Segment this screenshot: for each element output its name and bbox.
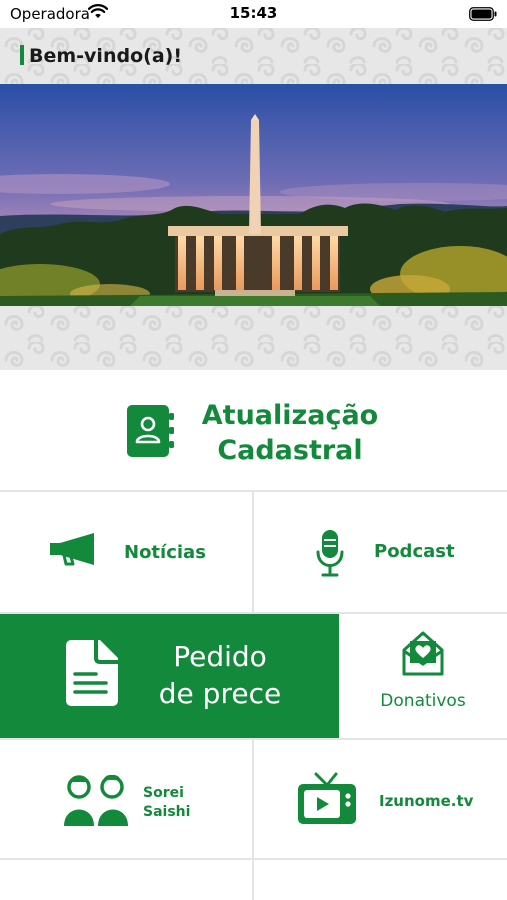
page-title: Bem-vindo(a)!: [29, 45, 182, 67]
izunome-tv-label: Izunome.tv: [379, 792, 474, 810]
hero-image: [0, 84, 507, 306]
izunome-tv-tile[interactable]: Izunome.tv: [254, 740, 507, 860]
update-registration-tile[interactable]: Atualização Cadastral: [0, 370, 507, 492]
prayer-request-line2: de prece: [158, 677, 282, 710]
clock: 15:43: [229, 4, 278, 22]
sorei-line2: Saishi: [143, 804, 191, 820]
podcast-tile[interactable]: Podcast: [254, 492, 507, 614]
status-bar: Operadora 15:43: [0, 0, 507, 28]
divider: [0, 858, 507, 860]
hero-pattern-strip: [0, 306, 507, 370]
contact-book-icon: [127, 405, 177, 461]
television-icon: [298, 772, 356, 830]
update-registration-line1: Atualização: [201, 400, 379, 431]
header-accent-bar: [20, 45, 24, 65]
news-label: Notícias: [124, 542, 206, 563]
sorei-line1: Sorei: [143, 785, 184, 801]
donations-label: Donativos: [380, 691, 466, 711]
prayer-request-line1: Pedido: [173, 640, 267, 673]
podcast-label: Podcast: [374, 541, 455, 562]
document-icon: [66, 640, 118, 710]
megaphone-icon: [50, 533, 98, 571]
news-tile[interactable]: Notícias: [0, 492, 252, 614]
sorei-saishi-tile[interactable]: Sorei Saishi: [0, 740, 252, 860]
prayer-request-tile[interactable]: Pedido de prece: [0, 614, 339, 738]
update-registration-line2: Cadastral: [217, 435, 363, 466]
ancestors-icon: [64, 774, 128, 830]
microphone-icon: [316, 530, 344, 582]
donations-tile[interactable]: Donativos: [339, 614, 507, 738]
envelope-heart-icon: [401, 630, 445, 680]
battery-icon: [469, 6, 497, 25]
